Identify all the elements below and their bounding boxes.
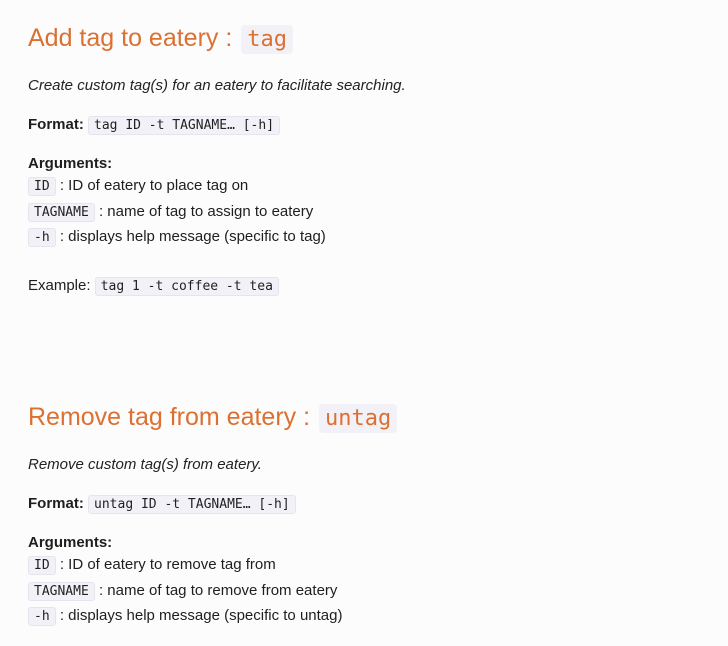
argument-item: -h : displays help message (specific to … [28, 225, 708, 251]
heading-text: Remove tag from eatery : [28, 403, 311, 431]
heading-text: Add tag to eatery : [28, 24, 233, 52]
format-label: Format: [28, 116, 84, 133]
argument-code: TAGNAME [28, 202, 95, 222]
section-remove-tag: Remove tag from eatery : untag Remove cu… [28, 399, 708, 630]
arguments-heading: Arguments: [28, 534, 113, 551]
argument-desc: : displays help message (specific to tag… [59, 228, 326, 245]
section-heading: Add tag to eatery : tag [28, 20, 708, 58]
section-description: Create custom tag(s) for an eatery to fa… [28, 77, 406, 94]
argument-code: -h [28, 607, 56, 626]
argument-desc: : displays help message (specific to unt… [59, 607, 343, 624]
section-description: Remove custom tag(s) from eatery. [28, 456, 262, 473]
format-line: Format: tag ID -t TAGNAME… [-h] [28, 115, 708, 136]
argument-desc: : ID of eatery to remove tag from [59, 556, 276, 573]
format-label: Format: [28, 495, 84, 512]
argument-item: TAGNAME : name of tag to assign to eater… [28, 200, 708, 226]
example-label: Example: [28, 276, 91, 294]
format-line: Format: untag ID -t TAGNAME… [-h] [28, 494, 708, 515]
argument-item: TAGNAME : name of tag to remove from eat… [28, 579, 708, 605]
format-code: tag ID -t TAGNAME… [-h] [88, 116, 281, 135]
arguments-heading: Arguments: [28, 155, 113, 172]
section-add-tag: Add tag to eatery : tag Create custom ta… [28, 20, 708, 297]
argument-item: -h : displays help message (specific to … [28, 604, 708, 630]
argument-code: ID [28, 177, 56, 196]
heading-command-code: untag [319, 404, 398, 433]
example-line: Example: tag 1 -t coffee -t tea [28, 276, 708, 297]
argument-desc: : name of tag to assign to eatery [98, 202, 314, 220]
argument-desc: : ID of eatery to place tag on [59, 177, 249, 194]
example-code: tag 1 -t coffee -t tea [94, 276, 279, 296]
argument-code: -h [28, 228, 56, 247]
section-heading: Remove tag from eatery : untag [28, 399, 708, 437]
argument-desc: : name of tag to remove from eatery [98, 581, 338, 599]
format-code: untag ID -t TAGNAME… [-h] [88, 495, 296, 514]
heading-command-code: tag [241, 25, 293, 54]
argument-item: ID : ID of eatery to remove tag from [28, 553, 708, 579]
argument-item: ID : ID of eatery to place tag on [28, 174, 708, 200]
argument-code: TAGNAME [28, 581, 95, 601]
argument-code: ID [28, 556, 56, 575]
